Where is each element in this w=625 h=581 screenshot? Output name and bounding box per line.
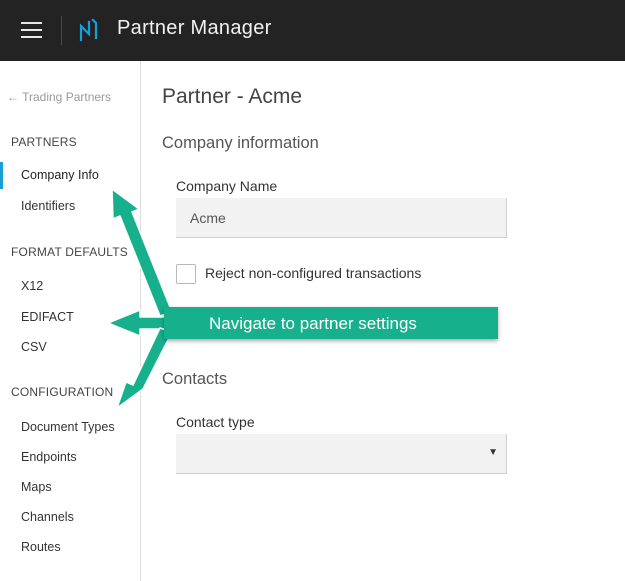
sidebar-item-edifact[interactable]: EDIFACT xyxy=(21,310,74,324)
header-divider xyxy=(61,16,62,45)
reject-non-configured-label: Reject non-configured transactions xyxy=(205,265,422,281)
sidebar-section-format-defaults: FORMAT DEFAULTS xyxy=(11,245,129,259)
hamburger-menu-icon[interactable] xyxy=(21,22,42,40)
sidebar-item-routes[interactable]: Routes xyxy=(21,540,61,554)
sidebar-item-document-types[interactable]: Document Types xyxy=(21,420,115,434)
app-logo-icon xyxy=(79,18,98,42)
sidebar-item-endpoints[interactable]: Endpoints xyxy=(21,450,77,464)
app-title: Partner Manager xyxy=(117,17,272,39)
page-title: Partner - Acme xyxy=(162,85,303,108)
sidebar-item-company-info[interactable]: Company Info xyxy=(21,168,99,182)
sidebar-nav: ← Trading Partners PARTNERS Company Info… xyxy=(0,61,141,581)
contact-type-label: Contact type xyxy=(176,414,255,430)
sidebar-item-csv[interactable]: CSV xyxy=(21,340,47,354)
sidebar-section-partners: PARTNERS xyxy=(11,135,77,149)
sidebar-item-identifiers[interactable]: Identifiers xyxy=(21,199,75,213)
sidebar-item-x12[interactable]: X12 xyxy=(21,279,43,293)
reject-non-configured-checkbox[interactable] xyxy=(176,264,196,284)
sidebar-item-maps[interactable]: Maps xyxy=(21,480,52,494)
contact-type-select[interactable]: ▼ xyxy=(176,434,507,474)
annotation-callout: Navigate to partner settings xyxy=(164,307,498,339)
top-app-bar: Partner Manager xyxy=(0,0,625,61)
company-name-label: Company Name xyxy=(176,178,278,194)
chevron-down-icon: ▼ xyxy=(488,447,498,458)
company-name-input[interactable] xyxy=(176,198,507,238)
back-to-trading-partners-link[interactable]: ← Trading Partners xyxy=(7,90,111,104)
contacts-heading: Contacts xyxy=(162,370,228,388)
sidebar-item-channels[interactable]: Channels xyxy=(21,510,74,524)
active-item-indicator xyxy=(0,162,3,189)
company-information-heading: Company information xyxy=(162,134,319,152)
sidebar-section-configuration: CONFIGURATION xyxy=(11,385,114,399)
